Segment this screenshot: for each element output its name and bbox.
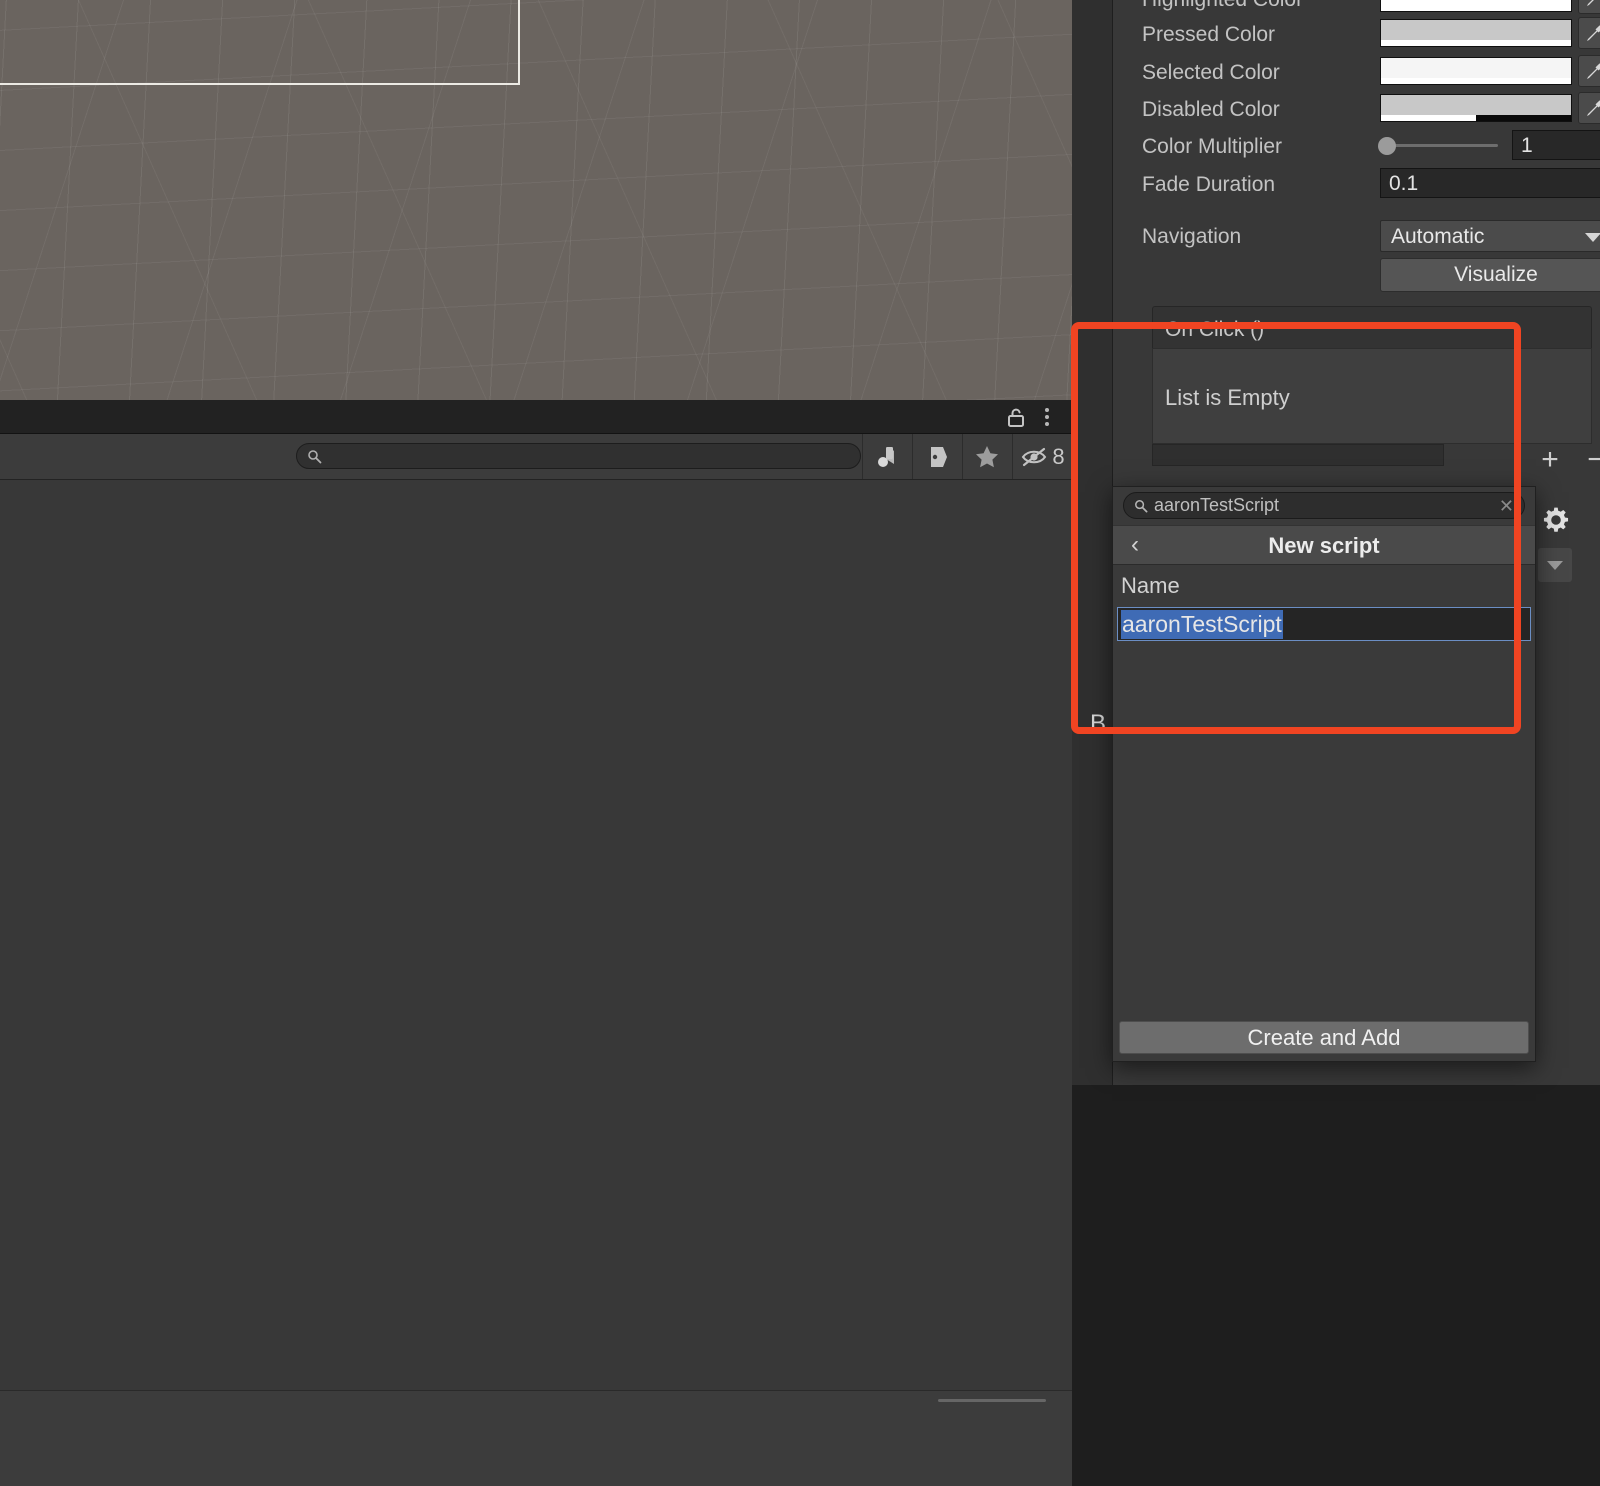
kebab-menu-icon[interactable] — [1038, 406, 1056, 428]
row-selected-color: Selected Color — [1112, 53, 1600, 91]
disabled-color-swatch[interactable] — [1380, 94, 1572, 122]
row-disabled-color: Disabled Color — [1112, 90, 1600, 128]
gizmos-toggle-button[interactable] — [862, 434, 911, 479]
disabled-color-eyedropper[interactable] — [1578, 92, 1600, 124]
pressed-color-label: Pressed Color — [1142, 23, 1276, 46]
row-navigation: Navigation Automatic — [1112, 217, 1600, 255]
visualize-button[interactable]: Visualize — [1380, 258, 1600, 292]
disabled-color-label: Disabled Color — [1142, 98, 1280, 121]
selected-color-eyedropper[interactable] — [1578, 55, 1600, 87]
highlighted-color-swatch[interactable] — [1380, 0, 1572, 12]
gear-icon[interactable] — [1542, 506, 1570, 534]
color-multiplier-label: Color Multiplier — [1142, 135, 1283, 158]
inspector-left-gutter — [1072, 0, 1113, 1085]
navigation-dropdown[interactable]: Automatic — [1380, 220, 1600, 252]
dropdown-header: ‹ New script — [1113, 525, 1535, 565]
chevron-down-icon — [1547, 560, 1563, 570]
add-listener-button[interactable]: + — [1528, 444, 1572, 476]
on-click-title: On Click () — [1165, 318, 1265, 341]
collapse-button[interactable] — [1538, 548, 1572, 582]
star-icon — [974, 444, 1000, 470]
on-click-header[interactable]: On Click () — [1152, 306, 1592, 350]
lock-icon[interactable] — [1006, 407, 1026, 427]
panel-toolbar: 8 — [0, 434, 1072, 480]
selected-color-swatch[interactable] — [1380, 57, 1572, 85]
on-click-list[interactable]: List is Empty — [1152, 348, 1592, 444]
partial-component-label: B — [1090, 710, 1107, 737]
list-empty-label: List is Empty — [1165, 385, 1290, 410]
tag-filter-button[interactable] — [912, 434, 961, 479]
row-pressed-color: Pressed Color — [1112, 15, 1600, 53]
pressed-color-eyedropper[interactable] — [1578, 17, 1600, 49]
fade-duration-value[interactable]: 0.1 — [1380, 168, 1600, 198]
visibility-toggle-button[interactable]: 8 — [1012, 434, 1072, 479]
color-multiplier-slider-knob[interactable] — [1378, 137, 1396, 155]
favorites-filter-button[interactable] — [962, 434, 1011, 479]
hierarchy-panel: 8 — [0, 400, 1072, 1486]
row-fade-duration: Fade Duration 0.1 — [1112, 165, 1600, 203]
color-multiplier-slider[interactable] — [1380, 144, 1498, 147]
clear-x-icon[interactable]: ✕ — [1499, 496, 1514, 517]
fade-duration-label: Fade Duration — [1142, 173, 1276, 196]
create-and-add-button[interactable]: Create and Add — [1119, 1021, 1529, 1054]
hierarchy-content-area[interactable] — [0, 480, 1072, 1390]
panel-footer — [0, 1390, 1072, 1486]
dropdown-header-title: New script — [1268, 533, 1380, 558]
panel-tabbar — [0, 400, 1072, 434]
search-field-wrapper[interactable] — [296, 443, 861, 470]
hierarchy-search-input[interactable] — [327, 444, 852, 470]
highlighted-color-eyedropper[interactable] — [1578, 0, 1600, 14]
zoom-slider[interactable] — [938, 1399, 1046, 1402]
scene-viewport[interactable] — [0, 0, 1072, 400]
script-name-input[interactable]: aaronTestScript — [1117, 607, 1531, 641]
search-icon — [1134, 499, 1148, 513]
script-name-input-value: aaronTestScript — [1121, 610, 1283, 639]
dropdown-search-value: aaronTestScript — [1154, 495, 1280, 515]
eye-slash-icon — [1020, 445, 1050, 469]
highlighted-color-label: Highlighted Color — [1142, 0, 1303, 12]
add-component-dropdown: aaronTestScript ✕ ‹ New script Name aaro… — [1112, 486, 1536, 1062]
dropdown-search-field[interactable]: aaronTestScript ✕ — [1123, 492, 1525, 519]
on-click-footer-bar — [1152, 444, 1444, 466]
dropdown-search-row: aaronTestScript ✕ — [1113, 487, 1535, 525]
visibility-count: 8 — [1052, 443, 1065, 469]
color-multiplier-value[interactable]: 1 — [1512, 130, 1600, 160]
canvas-rect-outline — [0, 0, 520, 85]
chevron-down-icon — [1585, 233, 1600, 242]
unity-editor-window: 8 Highlighted Color Pressed Color — [0, 0, 1600, 1486]
on-click-footer: + − — [1152, 444, 1600, 478]
audio-listener-icon — [874, 444, 900, 470]
search-icon — [307, 449, 322, 464]
navigation-label: Navigation — [1142, 225, 1242, 248]
remove-listener-button[interactable]: − — [1574, 444, 1600, 476]
pressed-color-swatch[interactable] — [1380, 19, 1572, 47]
row-color-multiplier: Color Multiplier 1 — [1112, 127, 1600, 165]
selected-color-label: Selected Color — [1142, 61, 1280, 84]
script-name-label: Name — [1121, 573, 1180, 598]
navigation-dropdown-value: Automatic — [1391, 225, 1485, 248]
tag-icon — [926, 445, 948, 469]
